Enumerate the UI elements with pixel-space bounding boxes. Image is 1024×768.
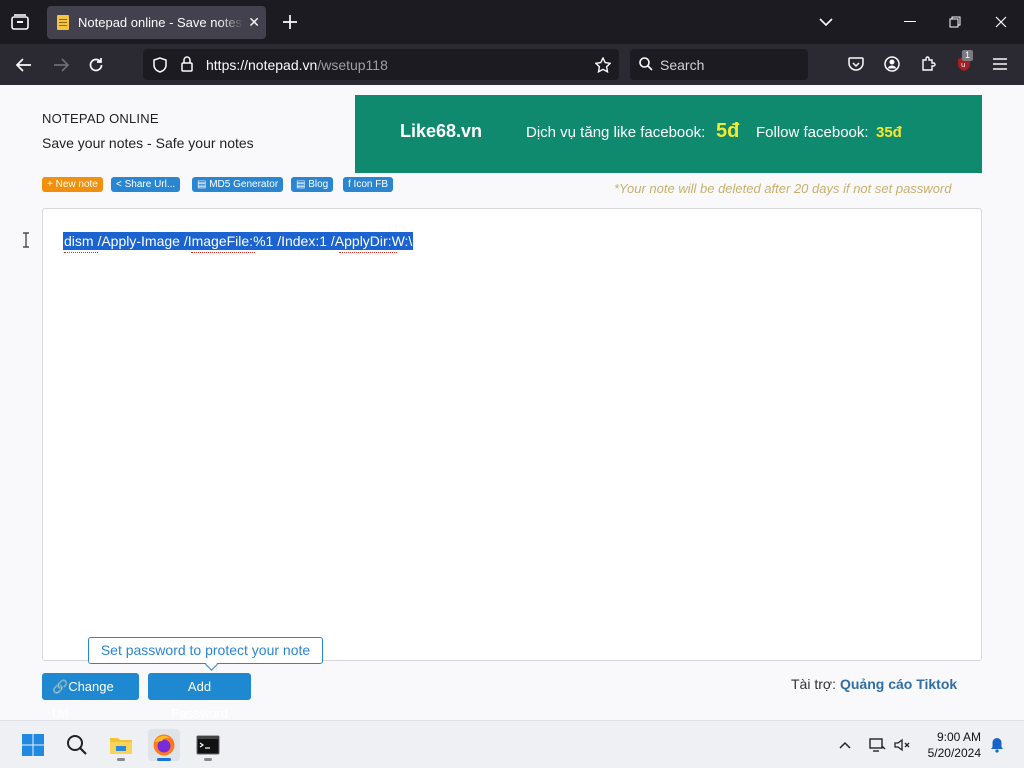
lock-icon[interactable]: [178, 55, 196, 73]
account-icon[interactable]: [882, 54, 902, 74]
blog-button[interactable]: ▤ Blog: [291, 177, 334, 192]
site-slogan: Save your notes - Safe your notes: [42, 135, 254, 151]
share-url-button[interactable]: < Share Url...: [111, 177, 181, 192]
search-icon: [67, 735, 87, 755]
bookmark-star-icon[interactable]: [593, 55, 613, 75]
delete-notice: *Your note will be deleted after 20 days…: [614, 181, 952, 196]
md5-generator-button[interactable]: ▤ MD5 Generator: [192, 177, 284, 192]
change-url-button[interactable]: 🔗Change Url: [42, 673, 139, 721]
search-input[interactable]: Search: [660, 57, 704, 73]
search-bar[interactable]: Search: [630, 49, 808, 80]
ad-banner[interactable]: Like68.vn Dịch vụ tăng like facebook: 5đ…: [355, 95, 982, 173]
extension-count-badge: 1: [962, 50, 974, 61]
banner-service-text: Dịch vụ tăng like facebook:: [526, 124, 706, 141]
text-cursor-icon: [21, 231, 31, 249]
banner-follow-text: Follow facebook:: [756, 124, 869, 141]
reload-icon[interactable]: [86, 55, 106, 75]
back-arrow-icon[interactable]: [14, 55, 34, 75]
taskbar-file-explorer[interactable]: [105, 729, 137, 761]
banner-brand: Like68.vn: [400, 121, 483, 141]
taskbar-firefox[interactable]: [148, 729, 180, 761]
new-tab-icon[interactable]: [280, 12, 300, 32]
sponsor-link[interactable]: Quảng cáo Tiktok: [840, 676, 957, 692]
terminal-icon: [196, 735, 220, 755]
menu-hamburger-icon[interactable]: [990, 54, 1010, 74]
spellcheck-underline: [339, 250, 397, 253]
sponsor-line: Tài trợ: Quảng cáo Tiktok: [791, 676, 957, 692]
window-close-icon[interactable]: [991, 12, 1011, 32]
icon-fb-button[interactable]: f Icon FB: [343, 177, 394, 192]
spellcheck-underline: [64, 250, 98, 253]
sponsor-label: Tài trợ:: [791, 676, 836, 692]
window-restore-icon[interactable]: [945, 12, 965, 32]
new-note-button[interactable]: + New note: [42, 177, 103, 192]
spellcheck-underline: [191, 250, 255, 253]
clock-date: 5/20/2024: [927, 746, 981, 760]
window-minimize-icon[interactable]: [900, 12, 920, 32]
url-bar[interactable]: https://notepad.vn/wsetup118: [143, 49, 619, 80]
tab-title: Notepad online - Save notes online: [78, 15, 244, 30]
start-button[interactable]: [17, 729, 49, 761]
notepad-favicon-icon: [57, 15, 69, 30]
windows-logo-icon: [22, 734, 44, 756]
show-hidden-icons-chevron-icon[interactable]: [829, 729, 861, 761]
notification-bell-icon[interactable]: [981, 729, 1013, 761]
shield-icon[interactable]: [151, 56, 169, 74]
page-content: NOTEPAD ONLINE Save your notes - Safe yo…: [0, 85, 1024, 721]
search-icon: [638, 56, 654, 72]
browser-tab-bar: Notepad online - Save notes online ✕: [0, 0, 1024, 44]
link-icon: 🔗: [52, 679, 69, 694]
firefox-icon: [153, 734, 175, 756]
browser-tab-active[interactable]: Notepad online - Save notes online ✕: [47, 6, 266, 39]
note-editor[interactable]: dism /Apply-Image /ImageFile:%1 /Index:1…: [42, 208, 982, 661]
volume-muted-icon[interactable]: [886, 729, 918, 761]
tab-overview-icon[interactable]: [10, 13, 30, 31]
clock-time: 9:00 AM: [936, 730, 981, 744]
tab-close-icon[interactable]: ✕: [248, 14, 260, 31]
folder-icon: [110, 738, 132, 754]
taskbar-clock[interactable]: 9:00 AM 5/20/2024: [925, 729, 981, 761]
windows-taskbar: 9:00 AM 5/20/2024: [0, 720, 1024, 768]
pocket-icon[interactable]: [846, 54, 866, 74]
password-tooltip: Set password to protect your note: [88, 637, 323, 664]
banner-like-price: 5đ: [716, 120, 740, 142]
taskbar-terminal[interactable]: [192, 729, 224, 761]
note-text-selected[interactable]: dism /Apply-Image /ImageFile:%1 /Index:1…: [63, 232, 414, 250]
list-all-tabs-chevron-icon[interactable]: [816, 12, 836, 32]
site-title: NOTEPAD ONLINE: [42, 111, 159, 126]
extensions-puzzle-icon[interactable]: [918, 54, 938, 74]
forward-arrow-icon[interactable]: [51, 55, 71, 75]
url-host: https://notepad.vn: [206, 57, 318, 73]
taskbar-search-button[interactable]: [61, 729, 93, 761]
url-text[interactable]: https://notepad.vn/wsetup118: [206, 57, 388, 73]
add-password-button[interactable]: Add Password: [148, 673, 251, 721]
url-path: /wsetup118: [317, 57, 388, 73]
banner-follow-price: 35đ: [876, 124, 902, 141]
svg-text:u: u: [961, 61, 965, 69]
